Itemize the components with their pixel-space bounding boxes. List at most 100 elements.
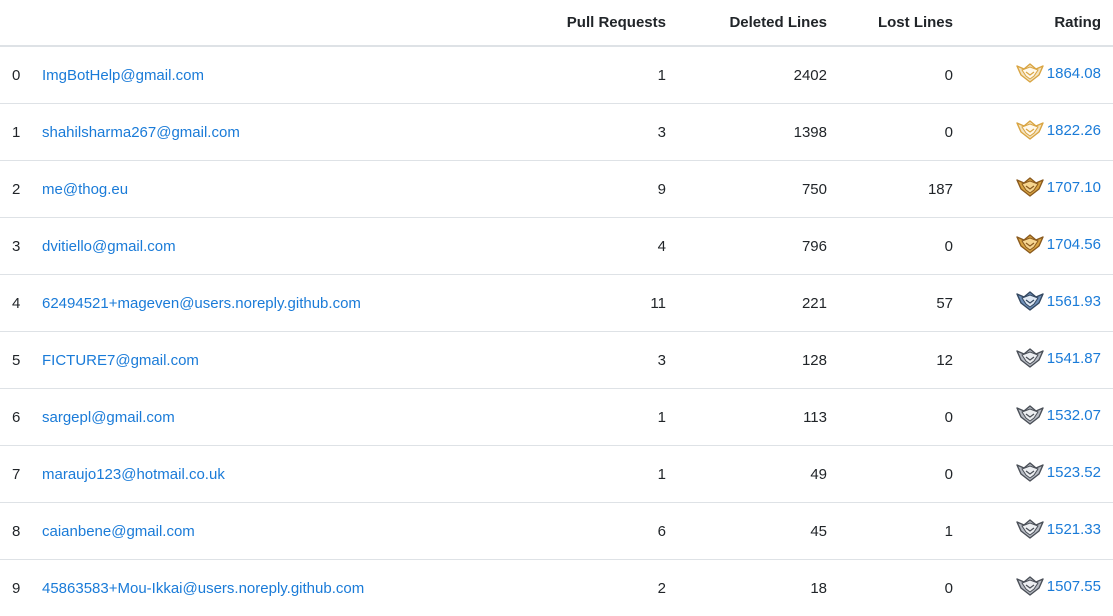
user-link[interactable]: 62494521+mageven@users.noreply.github.co…: [42, 295, 361, 312]
leaderboard-table: Pull Requests Deleted Lines Lost Lines R…: [0, 0, 1113, 616]
pull-requests-value: 3: [470, 332, 678, 389]
user-cell: 45863583+Mou-Ikkai@users.noreply.github.…: [30, 560, 470, 616]
rating-cell: 1521.33: [965, 503, 1113, 560]
rating-cell: 1822.26: [965, 104, 1113, 161]
rating-cell: 1707.10: [965, 161, 1113, 218]
rating-link[interactable]: 1532.07: [1047, 407, 1101, 424]
gold-outline-badge-icon: [1015, 61, 1045, 85]
pull-requests-value: 1: [470, 446, 678, 503]
deleted-lines-value: 49: [678, 446, 839, 503]
pull-requests-value: 1: [470, 389, 678, 446]
row-index: 9: [0, 560, 30, 616]
rating-cell: 1864.08: [965, 46, 1113, 104]
rating-cell: 1561.93: [965, 275, 1113, 332]
lost-lines-value: 0: [839, 389, 965, 446]
header-index: [0, 0, 30, 46]
user-link[interactable]: me@thog.eu: [42, 181, 128, 198]
lost-lines-value: 0: [839, 46, 965, 104]
user-cell: sargepl@gmail.com: [30, 389, 470, 446]
deleted-lines-value: 18: [678, 560, 839, 616]
pull-requests-value: 3: [470, 104, 678, 161]
table-row: 0 ImgBotHelp@gmail.com 1 2402 0 1864.08: [0, 46, 1113, 104]
gold-outline-badge-icon: [1015, 118, 1045, 142]
header-rating[interactable]: Rating: [965, 0, 1113, 46]
user-cell: 62494521+mageven@users.noreply.github.co…: [30, 275, 470, 332]
rating-cell: 1532.07: [965, 389, 1113, 446]
deleted-lines-value: 221: [678, 275, 839, 332]
lost-lines-value: 57: [839, 275, 965, 332]
table-row: 1 shahilsharma267@gmail.com 3 1398 0 182…: [0, 104, 1113, 161]
silver-badge-icon: [1015, 460, 1045, 484]
table-row: 5 FICTURE7@gmail.com 3 128 12 1541.87: [0, 332, 1113, 389]
user-link[interactable]: maraujo123@hotmail.co.uk: [42, 466, 225, 483]
pull-requests-value: 1: [470, 46, 678, 104]
row-index: 4: [0, 275, 30, 332]
rating-cell: 1507.55: [965, 560, 1113, 616]
header-pull-requests[interactable]: Pull Requests: [470, 0, 678, 46]
user-link[interactable]: shahilsharma267@gmail.com: [42, 124, 240, 141]
row-index: 6: [0, 389, 30, 446]
header-user: [30, 0, 470, 46]
header-deleted-lines[interactable]: Deleted Lines: [678, 0, 839, 46]
row-index: 0: [0, 46, 30, 104]
deleted-lines-value: 2402: [678, 46, 839, 104]
user-cell: maraujo123@hotmail.co.uk: [30, 446, 470, 503]
rating-cell: 1523.52: [965, 446, 1113, 503]
pull-requests-value: 11: [470, 275, 678, 332]
lost-lines-value: 0: [839, 218, 965, 275]
table-row: 7 maraujo123@hotmail.co.uk 1 49 0 1523.5…: [0, 446, 1113, 503]
pull-requests-value: 6: [470, 503, 678, 560]
deleted-lines-value: 1398: [678, 104, 839, 161]
user-cell: caianbene@gmail.com: [30, 503, 470, 560]
rating-cell: 1704.56: [965, 218, 1113, 275]
rating-cell: 1541.87: [965, 332, 1113, 389]
user-link[interactable]: sargepl@gmail.com: [42, 409, 175, 426]
lost-lines-value: 12: [839, 332, 965, 389]
silver-badge-icon: [1015, 346, 1045, 370]
lost-lines-value: 187: [839, 161, 965, 218]
header-lost-lines[interactable]: Lost Lines: [839, 0, 965, 46]
pull-requests-value: 2: [470, 560, 678, 616]
rating-link[interactable]: 1521.33: [1047, 521, 1101, 538]
rating-link[interactable]: 1523.52: [1047, 464, 1101, 481]
row-index: 8: [0, 503, 30, 560]
user-link[interactable]: ImgBotHelp@gmail.com: [42, 67, 204, 84]
table-row: 6 sargepl@gmail.com 1 113 0 1532.07: [0, 389, 1113, 446]
deleted-lines-value: 796: [678, 218, 839, 275]
row-index: 5: [0, 332, 30, 389]
row-index: 2: [0, 161, 30, 218]
table-header: Pull Requests Deleted Lines Lost Lines R…: [0, 0, 1113, 46]
deleted-lines-value: 128: [678, 332, 839, 389]
row-index: 1: [0, 104, 30, 161]
user-cell: shahilsharma267@gmail.com: [30, 104, 470, 161]
user-link[interactable]: dvitiello@gmail.com: [42, 238, 176, 255]
user-link[interactable]: caianbene@gmail.com: [42, 523, 195, 540]
blue-silver-badge-icon: [1015, 289, 1045, 313]
deleted-lines-value: 113: [678, 389, 839, 446]
rating-link[interactable]: 1561.93: [1047, 293, 1101, 310]
rating-link[interactable]: 1864.08: [1047, 65, 1101, 82]
lost-lines-value: 0: [839, 560, 965, 616]
rating-link[interactable]: 1822.26: [1047, 122, 1101, 139]
gold-badge-icon: [1015, 175, 1045, 199]
lost-lines-value: 1: [839, 503, 965, 560]
user-cell: dvitiello@gmail.com: [30, 218, 470, 275]
silver-badge-icon: [1015, 403, 1045, 427]
table-row: 3 dvitiello@gmail.com 4 796 0 1704.56: [0, 218, 1113, 275]
table-row: 2 me@thog.eu 9 750 187 1707.10: [0, 161, 1113, 218]
user-cell: me@thog.eu: [30, 161, 470, 218]
row-index: 7: [0, 446, 30, 503]
rating-link[interactable]: 1507.55: [1047, 578, 1101, 595]
rating-link[interactable]: 1704.56: [1047, 236, 1101, 253]
rating-link[interactable]: 1707.10: [1047, 179, 1101, 196]
pull-requests-value: 4: [470, 218, 678, 275]
silver-badge-icon: [1015, 574, 1045, 598]
table-row: 9 45863583+Mou-Ikkai@users.noreply.githu…: [0, 560, 1113, 616]
user-link[interactable]: 45863583+Mou-Ikkai@users.noreply.github.…: [42, 580, 364, 597]
deleted-lines-value: 45: [678, 503, 839, 560]
rating-link[interactable]: 1541.87: [1047, 350, 1101, 367]
user-link[interactable]: FICTURE7@gmail.com: [42, 352, 199, 369]
row-index: 3: [0, 218, 30, 275]
header-row: Pull Requests Deleted Lines Lost Lines R…: [0, 0, 1113, 46]
gold-badge-icon: [1015, 232, 1045, 256]
